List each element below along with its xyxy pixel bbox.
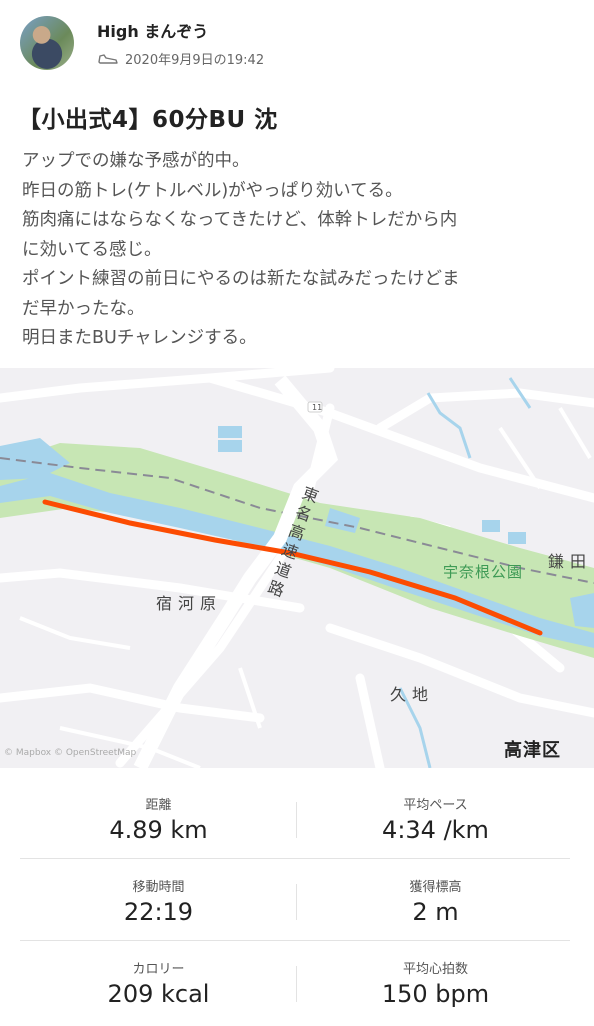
- stats-row: 移動時間 22:19 獲得標高 2 m: [20, 862, 574, 944]
- stat-label: 移動時間: [132, 880, 185, 895]
- description-line: 筋肉痛にはならなくなってきたけど、体幹トレだから内: [22, 210, 458, 230]
- map-label-route-11: 11: [312, 403, 323, 412]
- description-line: ポイント練習の前日にやるのは新たな試みだったけどま: [22, 269, 460, 289]
- column-divider: [296, 966, 297, 1002]
- stat-value: 22:19: [123, 898, 194, 926]
- stats-row: カロリー 209 kcal 平均心拍数 150 bpm: [20, 944, 574, 1026]
- stat-label: カロリー: [132, 962, 185, 977]
- description-line: に効いてる感じ。: [22, 239, 162, 260]
- map-label-park: 宇奈根公園: [443, 563, 524, 581]
- map-label-shukugawara: 宿河原: [156, 594, 223, 613]
- description-line: 昨日の筋トレ(ケトルベル)がやっぱり効いてる。: [22, 180, 403, 201]
- route-map[interactable]: 11 東名高速道路 宿河原 宇奈根公園 鎌田 久地 高津区 © Mapbox ©…: [0, 368, 594, 768]
- stat-value: 4:34 /km: [382, 816, 489, 844]
- map-label-kamata: 鎌田: [548, 552, 593, 571]
- activity-header: High まんぞう 2020年9月9日の19:42: [0, 0, 594, 80]
- description-line: 明日またBUチャレンジする。: [22, 328, 257, 348]
- activity-title: 【小出式4】60分BU 沈: [18, 107, 278, 133]
- map-label-kuji: 久地: [390, 685, 435, 704]
- stat-label: 獲得標高: [409, 880, 462, 895]
- avatar[interactable]: [20, 16, 74, 70]
- stat-label: 距離: [145, 798, 172, 813]
- stat-value: 209 kcal: [107, 980, 210, 1008]
- activity-timestamp: 2020年9月9日の19:42: [125, 53, 265, 68]
- stats-row: 距離 4.89 km 平均ペース 4:34 /km: [20, 780, 574, 862]
- description-line: アップでの嫌な予感が的中。: [22, 151, 250, 171]
- map-label-ward: 高津区: [504, 740, 561, 761]
- row-divider: [20, 858, 570, 859]
- activity-meta: 2020年9月9日の19:42: [97, 49, 264, 68]
- row-divider: [20, 940, 570, 941]
- username[interactable]: High まんぞう: [97, 18, 208, 42]
- stats-grid: 距離 4.89 km 平均ペース 4:34 /km 移動時間 22:19 獲得標…: [0, 780, 594, 1024]
- column-divider: [296, 802, 297, 838]
- column-divider: [296, 884, 297, 920]
- stat-label: 平均ペース: [403, 798, 468, 813]
- map-attribution[interactable]: © Mapbox © OpenStreetMap: [4, 748, 136, 758]
- activity-description: アップでの嫌な予感が的中。 昨日の筋トレ(ケトルベル)がやっぱり効いてる。 筋肉…: [22, 147, 582, 354]
- shoe-icon: [98, 53, 118, 64]
- stat-value: 150 bpm: [381, 980, 490, 1008]
- stat-value: 2 m: [412, 898, 459, 926]
- stat-value: 4.89 km: [109, 816, 208, 844]
- stat-label: 平均心拍数: [402, 962, 468, 977]
- description-line: だ早かったな。: [22, 298, 145, 319]
